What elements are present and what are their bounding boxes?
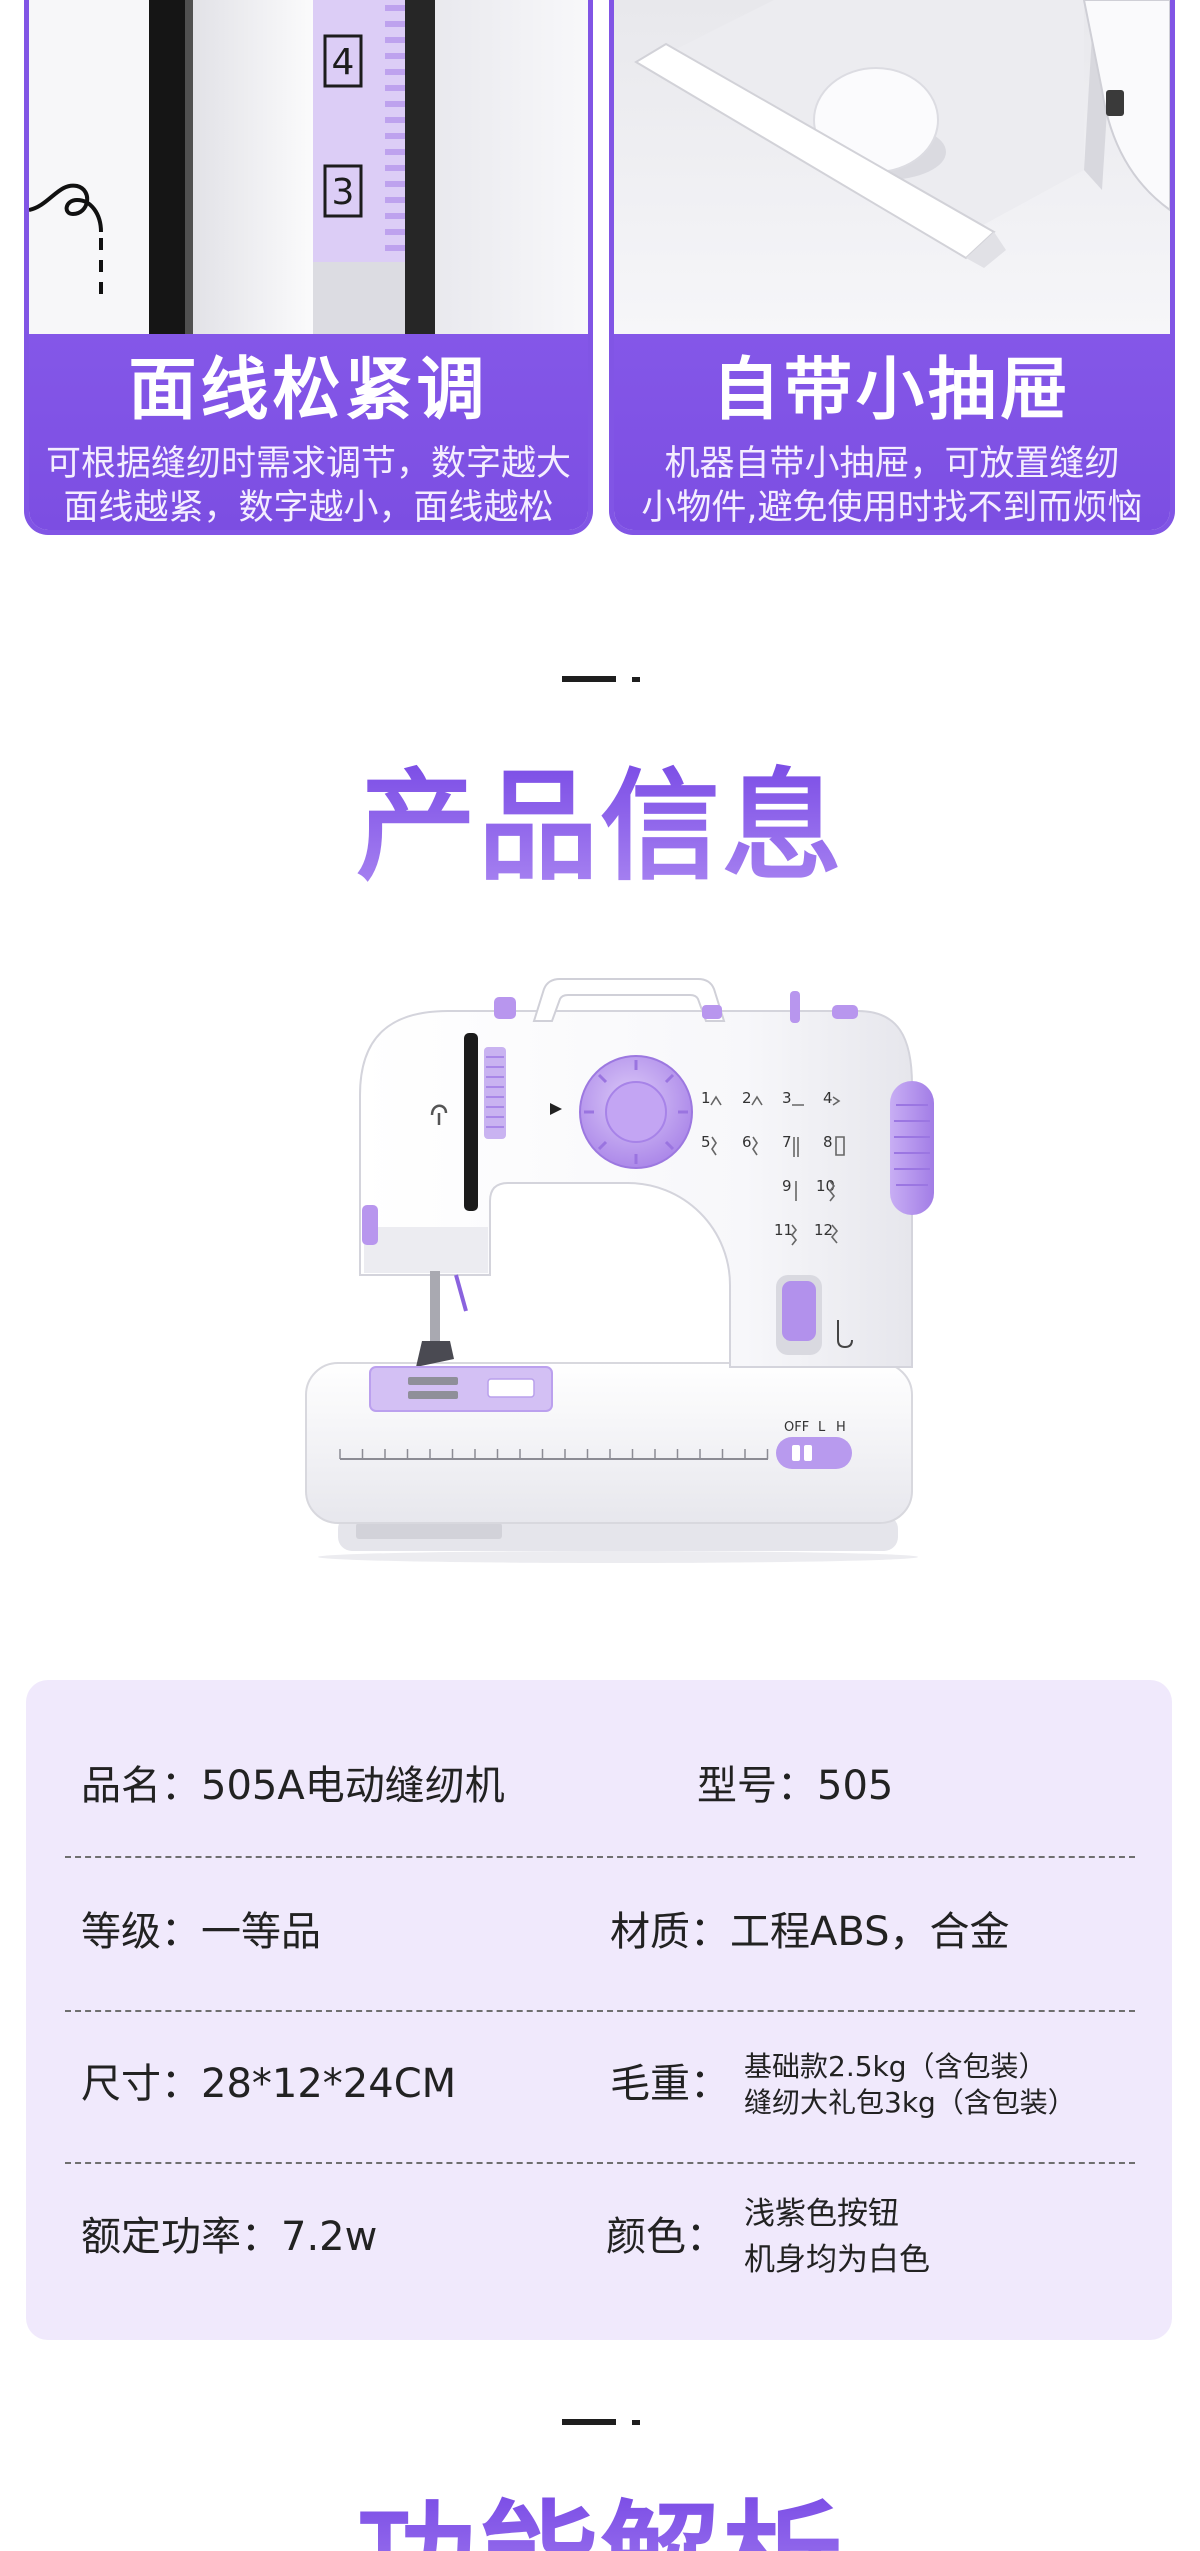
switch-label-low: L [818, 1420, 826, 1435]
features-title: 功能解析 [0, 2495, 1200, 2551]
spec-card: 品名：505A电动缝纫机 型号：505 等级：一等品 材质：工程ABS，合金 尺… [26, 1680, 1172, 2340]
stitch-number: 2 [742, 1089, 752, 1107]
stitch-number: 10 [816, 1177, 835, 1195]
bobbin-cover [487, 1378, 535, 1398]
section-divider [562, 676, 642, 684]
section-divider [562, 2419, 642, 2427]
feature-description: 机器自带小抽屉，可放置缝纫 [664, 444, 1120, 484]
spec-product-name: 品名：505A电动缝纫机 [81, 1763, 505, 1809]
accessory-drawer [356, 1523, 502, 1539]
stitch-number: 6 [742, 1133, 752, 1151]
machine-face-left [29, 0, 149, 334]
top-cap [702, 1005, 722, 1019]
dial-center [605, 1081, 667, 1143]
spec-color-body: 机身均为白色 [744, 2242, 930, 2278]
spec-divider [65, 2010, 1135, 2012]
spec-weight-gift-pack: 缝纫大礼包3kg（含包装） [744, 2086, 1076, 2119]
tension-dial [484, 1047, 506, 1139]
needle-bar [430, 1271, 440, 1341]
switch-label-off: OFF [784, 1420, 809, 1435]
stitch-number: 7 [782, 1133, 792, 1151]
spec-grade: 等级：一等品 [81, 1909, 321, 1955]
spec-color-buttons: 浅紫色按钮 [744, 2196, 899, 2232]
divider-bar [562, 2419, 616, 2425]
top-cap [494, 997, 516, 1019]
spec-size: 尺寸：28*12*24CM [81, 2061, 457, 2107]
dial-base [313, 262, 405, 334]
spec-material: 材质：工程ABS，合金 [610, 1909, 1010, 1955]
feature-title: 自带小抽屉 [711, 351, 1072, 430]
power-speed-switch [776, 1437, 852, 1469]
switch-toggle [792, 1445, 800, 1461]
spec-weight-basic: 基础款2.5kg（含包装） [744, 2050, 1047, 2083]
sewing-machine-image: 1 2 3 4 5 6 7 8 9 10 11 12 OFF L H [305, 978, 934, 1563]
spec-divider [65, 1856, 1135, 1858]
stitch-number: 5 [701, 1133, 711, 1151]
feature-caption: 自带小抽屉 机器自带小抽屉，可放置缝纫 小物件,避免使用时找不到而烦恼 [614, 334, 1170, 530]
stitch-number: 8 [823, 1133, 833, 1151]
spool-pin [790, 991, 800, 1023]
stitch-number: 3 [782, 1089, 792, 1107]
feature-caption: 面线松紧调 可根据缝纫时需求调节，数字越大 面线越紧，数字越小，面线越松 [29, 334, 588, 530]
handwheel [890, 1081, 934, 1215]
feature-title: 面线松紧调 [128, 351, 489, 430]
dial-number: 3 [332, 172, 355, 213]
feed-dogs [408, 1377, 458, 1385]
stitch-length-slider [782, 1281, 816, 1341]
stitch-number: 12 [814, 1221, 833, 1239]
product-info-title: 产品信息 [0, 763, 1200, 893]
stitch-number: 4 [823, 1089, 833, 1107]
divider-bar [562, 676, 616, 682]
bobbin-winder [832, 1005, 858, 1019]
side-knob [362, 1205, 378, 1245]
stitch-number: 9 [782, 1177, 792, 1195]
spec-model: 型号：505 [697, 1763, 894, 1809]
spec-divider [65, 2162, 1135, 2164]
thread-tension-photo: 4 3 [29, 0, 588, 334]
head-lower-cover [364, 1227, 488, 1273]
machine-shadow [318, 1551, 918, 1563]
switch-label-high: H [836, 1420, 846, 1435]
feature-card-thread-tension: 4 3 面线松紧调 可根据缝纫时需求调节，数字越大 面线越紧，数字越小，面线越松 [24, 0, 593, 535]
thread-cutter [454, 1274, 468, 1312]
feature-description: 小物件,避免使用时找不到而烦恼 [641, 488, 1143, 528]
feature-description: 面线越紧，数字越小，面线越松 [63, 488, 554, 528]
stitch-number: 11 [774, 1221, 793, 1239]
divider-dot [632, 2420, 640, 2425]
drawer-photo [614, 0, 1170, 334]
spec-rated-power: 额定功率：7.2w [81, 2214, 378, 2260]
thread-take-up-slot [464, 1033, 478, 1211]
stitch-number: 1 [701, 1089, 711, 1107]
feature-description: 可根据缝纫时需求调节，数字越大 [45, 444, 571, 484]
divider-dot [632, 677, 640, 682]
spec-weight-label: 毛重： [610, 2061, 730, 2107]
spec-color-label: 颜色： [606, 2214, 726, 2260]
feature-card-drawer: 自带小抽屉 机器自带小抽屉，可放置缝纫 小物件,避免使用时找不到而烦恼 [609, 0, 1175, 535]
dial-number: 4 [332, 42, 355, 83]
